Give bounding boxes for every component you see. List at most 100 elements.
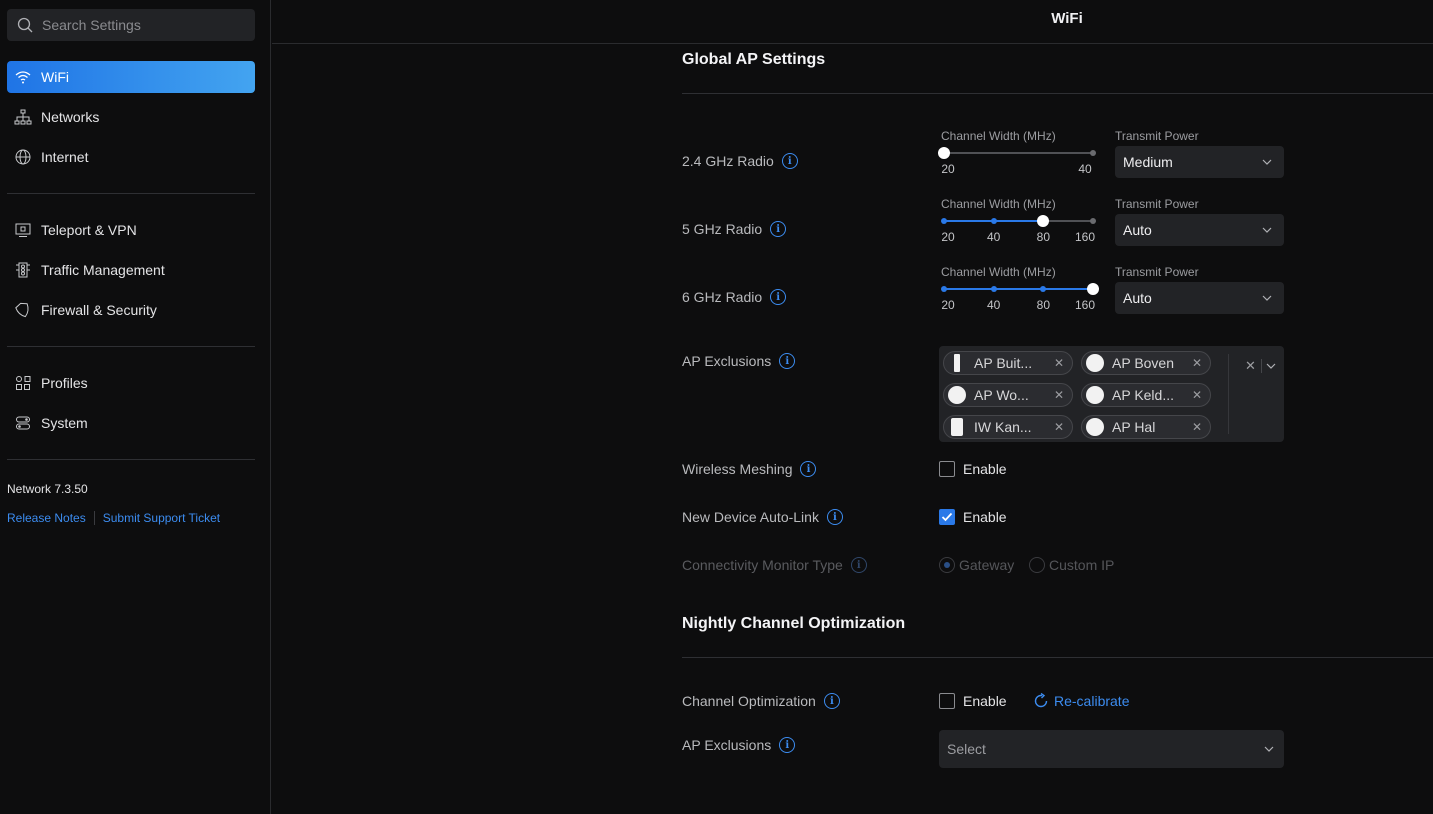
- slider-step[interactable]: [941, 286, 947, 292]
- ap-exclusions-label: AP Exclusions i: [682, 353, 796, 369]
- sidebar-item-internet[interactable]: Internet: [7, 141, 255, 173]
- auto-link-checkbox[interactable]: Enable: [939, 509, 1007, 525]
- chevron-down-icon[interactable]: [1266, 361, 1276, 371]
- sidebar-item-label: Firewall & Security: [41, 302, 157, 318]
- slider-step[interactable]: [990, 286, 997, 292]
- checkbox-box[interactable]: [939, 509, 955, 525]
- wifi-icon: [13, 67, 33, 87]
- info-icon[interactable]: i: [826, 509, 843, 525]
- search-input[interactable]: [42, 17, 242, 33]
- clear-all-icon[interactable]: ✕: [1245, 358, 1256, 374]
- close-icon[interactable]: ✕: [1192, 356, 1202, 370]
- slider-tick-label: 80: [1036, 230, 1051, 244]
- ap-chip[interactable]: IW Kan... ✕: [943, 415, 1073, 439]
- checkbox-label: Enable: [963, 693, 1007, 709]
- slider-step[interactable]: [941, 218, 947, 224]
- close-icon[interactable]: ✕: [1054, 420, 1064, 434]
- transmit-power-label: Transmit Power: [1115, 129, 1199, 143]
- slider-step[interactable]: [1090, 218, 1096, 224]
- close-icon[interactable]: ✕: [1054, 388, 1064, 402]
- select-placeholder: Select: [947, 741, 986, 757]
- wireless-meshing-label-text: Wireless Meshing: [682, 461, 793, 477]
- shield-icon: [13, 300, 33, 320]
- sidebar-item-wifi[interactable]: WiFi: [7, 61, 255, 93]
- release-notes-link[interactable]: Release Notes: [7, 511, 86, 525]
- support-ticket-link[interactable]: Submit Support Ticket: [103, 511, 220, 525]
- ap-chip[interactable]: AP Boven ✕: [1081, 351, 1211, 375]
- ap-chip-label: AP Hal: [1112, 419, 1156, 435]
- sidebar-item-teleport-vpn[interactable]: Teleport & VPN: [7, 214, 255, 246]
- close-icon[interactable]: ✕: [1192, 388, 1202, 402]
- channel-optimization-label: Channel Optimization i: [682, 693, 840, 709]
- sidebar-item-profiles[interactable]: Profiles: [7, 367, 255, 399]
- info-icon[interactable]: i: [823, 693, 840, 709]
- slider-tick-label: 40: [986, 230, 1001, 244]
- close-icon[interactable]: ✕: [1054, 356, 1064, 370]
- recalibrate-button[interactable]: Re-calibrate: [1032, 692, 1129, 710]
- info-icon[interactable]: i: [800, 461, 817, 477]
- slider-tick-label: 20: [941, 162, 955, 176]
- recalibrate-label: Re-calibrate: [1054, 693, 1130, 709]
- transmit-power-select-24[interactable]: Medium: [1115, 146, 1284, 178]
- sidebar-item-label: Teleport & VPN: [41, 222, 137, 238]
- transmit-power-select-6[interactable]: Auto: [1115, 282, 1284, 314]
- slider-tick-label: 40: [1078, 162, 1092, 176]
- radio-gateway[interactable]: Gateway: [939, 557, 1014, 573]
- info-icon[interactable]: i: [850, 557, 867, 573]
- link-separator: [93, 511, 95, 525]
- transmit-power-select-5[interactable]: Auto: [1115, 214, 1284, 246]
- checkbox-box[interactable]: [939, 693, 955, 709]
- search-box[interactable]: [7, 9, 255, 41]
- info-icon[interactable]: i: [770, 221, 787, 237]
- ap-chip[interactable]: AP Wo... ✕: [943, 383, 1073, 407]
- channel-optimization-checkbox[interactable]: Enable: [939, 693, 1007, 709]
- sidebar-divider: [7, 346, 255, 347]
- checkbox-box[interactable]: [939, 461, 955, 477]
- slider-knob[interactable]: [1037, 215, 1050, 227]
- ap-exclusions-label-text: AP Exclusions: [682, 353, 772, 369]
- slider-step[interactable]: [1090, 150, 1096, 156]
- sidebar-item-system[interactable]: System: [7, 407, 255, 439]
- search-icon: [17, 17, 33, 33]
- slider-step[interactable]: [990, 218, 997, 224]
- wireless-meshing-label: Wireless Meshing i: [682, 461, 817, 477]
- monitor-type-label: Connectivity Monitor Type i: [682, 557, 867, 573]
- channel-width-slider-6[interactable]: 20 40 80 160: [941, 282, 1099, 322]
- sidebar-item-label: System: [41, 415, 88, 431]
- sidebar-item-firewall-security[interactable]: Firewall & Security: [7, 294, 255, 326]
- chevron-down-icon: [1262, 227, 1272, 233]
- transmit-power-label: Transmit Power: [1115, 265, 1199, 279]
- slider-knob[interactable]: [938, 147, 950, 159]
- info-icon[interactable]: i: [779, 353, 796, 369]
- info-icon[interactable]: i: [779, 737, 796, 753]
- wireless-meshing-checkbox[interactable]: Enable: [939, 461, 1007, 477]
- channel-width-slider-24[interactable]: 20 40: [938, 146, 1096, 186]
- nightly-ap-exclusions-select[interactable]: Select: [939, 730, 1284, 768]
- ap-chip-label: AP Buit...: [974, 355, 1033, 371]
- sidebar-item-label: Traffic Management: [41, 262, 165, 278]
- info-icon[interactable]: i: [770, 289, 787, 305]
- device-avatar: [954, 354, 960, 372]
- channel-optimization-label-text: Channel Optimization: [682, 693, 816, 709]
- device-avatar: [951, 418, 963, 436]
- radio-6-label: 6 GHz Radio i: [682, 289, 787, 305]
- slider-knob[interactable]: [1087, 283, 1099, 295]
- checkbox-label: Enable: [963, 461, 1007, 477]
- ap-exclusions-multiselect[interactable]: AP Buit... ✕ AP Boven ✕ AP Wo... ✕ AP Keld.…: [939, 346, 1284, 442]
- slider-track[interactable]: [944, 152, 1093, 154]
- close-icon[interactable]: ✕: [1192, 420, 1202, 434]
- sidebar-item-traffic-management[interactable]: Traffic Management: [7, 254, 255, 286]
- radio-custom-ip[interactable]: Custom IP: [1029, 557, 1114, 573]
- slider-step[interactable]: [1040, 286, 1047, 292]
- sidebar-divider: [7, 193, 255, 194]
- checkmark-icon: [941, 512, 953, 522]
- ap-chip[interactable]: AP Hal ✕: [1081, 415, 1211, 439]
- radio-circle[interactable]: [1029, 557, 1045, 573]
- sidebar-item-networks[interactable]: Networks: [7, 101, 255, 133]
- ap-chip[interactable]: AP Buit... ✕: [943, 351, 1073, 375]
- ap-chip[interactable]: AP Keld... ✕: [1081, 383, 1211, 407]
- radio-circle[interactable]: [939, 557, 955, 573]
- channel-width-slider-5[interactable]: 20 40 80 160: [941, 214, 1096, 254]
- sidebar-item-label: Profiles: [41, 375, 88, 391]
- info-icon[interactable]: i: [781, 153, 798, 169]
